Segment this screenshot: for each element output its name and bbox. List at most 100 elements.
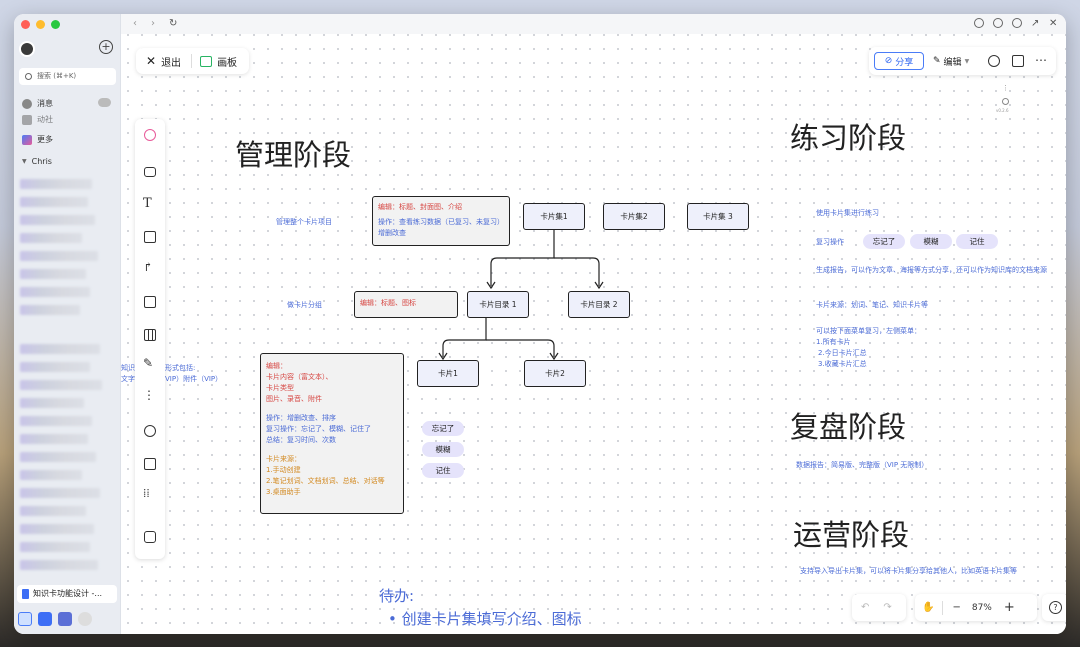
text-manage-all[interactable]: 管理整个卡片项目 — [276, 217, 332, 227]
text-group[interactable]: 做卡片分组 — [287, 300, 322, 310]
zoom-level[interactable]: 87% — [972, 603, 992, 613]
text-practice-menu-2[interactable]: 2.今日卡片汇总 — [818, 348, 867, 358]
text-practice-review[interactable]: 复习操作 — [816, 237, 844, 247]
exit-button[interactable]: 退出 — [161, 54, 181, 69]
sidebar-item-partial[interactable]: 动社 — [22, 114, 53, 125]
text-review-report[interactable]: 数据报告：简易版、完整版（VIP 无限制） — [796, 460, 928, 470]
ai-assist-icon[interactable] — [144, 129, 156, 141]
search-input[interactable]: 搜索 (⌘+K) — [19, 68, 116, 85]
list-item[interactable] — [20, 179, 92, 189]
list-item[interactable] — [20, 506, 86, 516]
link-icon[interactable] — [1012, 18, 1022, 28]
list-item[interactable] — [20, 452, 96, 462]
list-item[interactable] — [20, 344, 100, 354]
board-label[interactable]: 画板 — [217, 54, 237, 69]
settings-icon[interactable] — [1002, 98, 1009, 105]
undo-icon[interactable]: ↶ — [861, 602, 869, 613]
share-button[interactable]: ⊘ 分享 — [874, 52, 924, 70]
text-practice-menu-1[interactable]: 1.所有卡片 — [816, 337, 851, 347]
list-item[interactable] — [20, 197, 88, 207]
table-icon[interactable] — [144, 329, 156, 341]
tag-remember[interactable]: 记住 — [422, 463, 464, 478]
list-item[interactable] — [20, 416, 92, 426]
help-button[interactable]: ? — [1042, 594, 1066, 621]
minimize-window-button[interactable] — [36, 20, 45, 29]
comment-tool-icon[interactable] — [144, 531, 156, 543]
emoji-icon[interactable] — [144, 425, 156, 437]
heading-practice[interactable]: 练习阶段 — [790, 115, 906, 157]
list-item[interactable] — [20, 269, 86, 279]
text-fragment[interactable]: 文字 — [121, 374, 135, 384]
tag-forget[interactable]: 忘记了 — [422, 421, 464, 436]
board-canvas[interactable]: ‹ › ↻ ↗ ✕ ✕ 退出 画板 ⊘ 分享 ✎ 编辑 ▼ ⋯ ⋮ v0.2.6… — [121, 14, 1066, 634]
avatar[interactable] — [19, 41, 35, 57]
close-window-button[interactable] — [21, 20, 30, 29]
redo-icon[interactable]: ↷ — [883, 602, 891, 613]
text-practice-source[interactable]: 卡片来源：划词、笔记、知识卡片等 — [816, 300, 928, 310]
close-tab-icon[interactable]: ✕ — [1049, 18, 1057, 29]
tag-vague[interactable]: 模糊 — [422, 442, 464, 457]
zoom-window-button[interactable] — [51, 20, 60, 29]
image-icon[interactable] — [144, 458, 156, 470]
node-card-dir-2[interactable]: 卡片目录 2 — [568, 291, 630, 318]
connector-icon[interactable]: ↱ — [143, 260, 153, 274]
frame-icon[interactable] — [144, 296, 156, 308]
sidebar-item-more[interactable]: 更多 — [22, 134, 53, 145]
list-item[interactable] — [20, 251, 98, 261]
heading-operate[interactable]: 运营阶段 — [793, 512, 909, 554]
zoom-in-icon[interactable]: + — [1004, 600, 1015, 615]
note-set-info[interactable]: 编辑：标题、封面图、介绍 操作：查看练习数据（已复习、未复习） 增删改查 — [372, 196, 510, 246]
list-item[interactable] — [20, 233, 82, 243]
list-item[interactable] — [20, 398, 84, 408]
tag-forget-practice[interactable]: 忘记了 — [863, 234, 905, 249]
more-vertical-icon[interactable]: ⋮ — [1002, 84, 1009, 92]
rectangle-icon[interactable] — [144, 167, 156, 177]
note-card-info[interactable]: 编辑： 卡片内容（富文本）、 卡片类型 图片、录音、附件 操作：增删改查、排序 … — [260, 353, 404, 514]
word-icon[interactable] — [58, 612, 72, 626]
tag-remember-practice[interactable]: 记住 — [956, 234, 998, 249]
doc-info-icon[interactable] — [1012, 55, 1024, 67]
sidebar-item-messages[interactable]: 消息 — [22, 98, 53, 109]
list-item[interactable] — [20, 362, 90, 372]
refresh-icon[interactable]: ↻ — [169, 18, 177, 29]
sidebar-current-doc[interactable]: 知识卡功能设计 -... — [17, 585, 117, 603]
list-item[interactable] — [20, 470, 82, 480]
list-item[interactable] — [20, 488, 100, 498]
pen-icon[interactable]: ✎ — [143, 356, 153, 370]
mindmap-icon[interactable]: ⋮ — [143, 388, 155, 402]
list-item[interactable] — [20, 434, 88, 444]
list-item[interactable] — [20, 380, 102, 390]
text-practice-menu[interactable]: 可以按下面菜单复习，左侧菜单： — [816, 326, 921, 336]
search-icon[interactable] — [988, 55, 1000, 67]
profile-icon[interactable] — [18, 612, 32, 626]
close-icon[interactable]: ✕ — [146, 54, 156, 68]
node-card-set-2[interactable]: 卡片集2 — [603, 203, 665, 230]
zoom-out-icon[interactable]: − — [952, 602, 960, 613]
text-tool-icon[interactable]: T — [143, 196, 152, 211]
more-tools-icon[interactable]: ⁞⁞ — [143, 486, 150, 501]
text-practice[interactable]: 使用卡片集进行练习 — [816, 208, 879, 218]
text-practice-report[interactable]: 生成报告，可以作为文章、海报等方式分享，还可以作为知识库的文档来源 — [816, 265, 1047, 275]
text-fragment[interactable]: 形式包括: — [165, 363, 195, 373]
text-fragment[interactable]: VIP）附件（VIP） — [165, 374, 222, 384]
heading-review[interactable]: 复盘阶段 — [790, 404, 906, 446]
forward-icon[interactable]: › — [151, 18, 155, 29]
node-card-1[interactable]: 卡片1 — [417, 360, 479, 387]
text-operate[interactable]: 支持导入导出卡片集，可以将卡片集分享给其他人，比如英语卡片集等 — [800, 566, 1017, 576]
edit-button[interactable]: ✎ 编辑 ▼ — [933, 55, 969, 68]
note-dir-info[interactable]: 编辑：标题、图标 — [354, 291, 458, 318]
hand-tool-icon[interactable]: ✋ — [922, 602, 934, 613]
list-item[interactable] — [20, 305, 80, 315]
list-item[interactable] — [20, 560, 98, 570]
list-item[interactable] — [20, 524, 94, 534]
todo-item[interactable]: • 创建卡片集填写介绍、图标 — [388, 608, 582, 629]
sticky-note-icon[interactable] — [144, 231, 156, 243]
more-icon[interactable]: ⋯ — [1035, 53, 1047, 67]
tag-vague-practice[interactable]: 模糊 — [910, 234, 952, 249]
heading-manage[interactable]: 管理阶段 — [235, 132, 351, 174]
more-dots-icon[interactable] — [78, 612, 92, 626]
text-practice-menu-3[interactable]: 3.收藏卡片汇总 — [818, 359, 867, 369]
node-card-2[interactable]: 卡片2 — [524, 360, 586, 387]
compass-icon[interactable] — [993, 18, 1003, 28]
node-card-set-3[interactable]: 卡片集 3 — [687, 203, 749, 230]
